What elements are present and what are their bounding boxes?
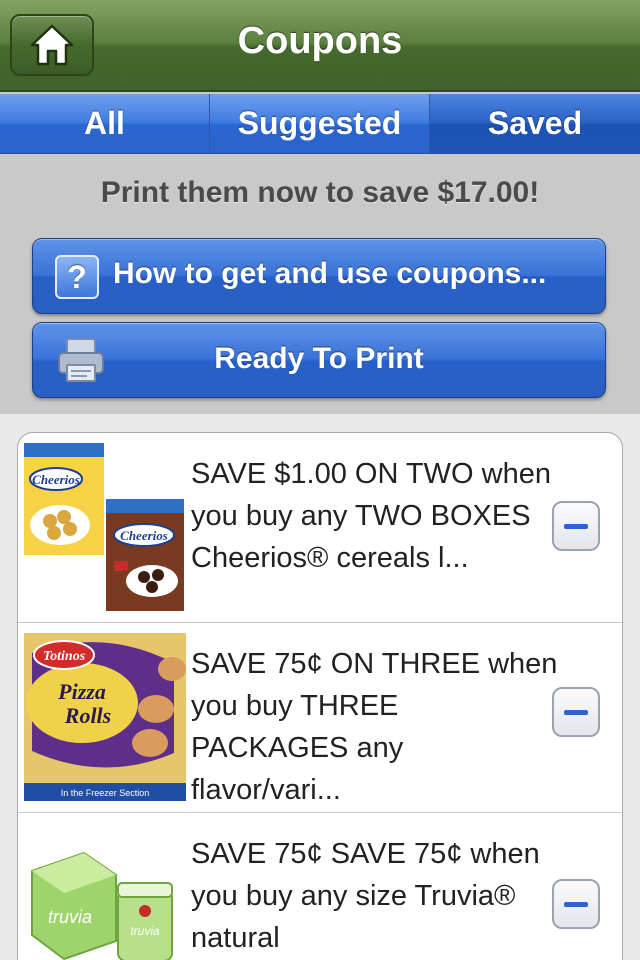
segmented-control: All Suggested Saved — [0, 94, 640, 154]
tab-suggested[interactable]: Suggested — [210, 94, 430, 153]
tab-all[interactable]: All — [0, 94, 210, 153]
minus-icon — [564, 709, 588, 715]
coupon-row[interactable]: Cheerios Cheerios SAVE $1.00 ON TWO when… — [18, 433, 622, 623]
remove-coupon-button[interactable] — [552, 501, 600, 551]
home-button[interactable] — [10, 14, 94, 76]
coupon-description: SAVE 75¢ SAVE 75¢ when you buy any size … — [191, 838, 540, 954]
navigation-bar: Coupons — [0, 0, 640, 92]
how-to-label: How to get and use coupons... — [113, 257, 547, 290]
ready-to-print-label: Ready To Print — [214, 342, 424, 375]
svg-text:Totinos: Totinos — [43, 649, 86, 664]
svg-text:In the Freezer Section: In the Freezer Section — [61, 788, 150, 798]
svg-text:Rolls: Rolls — [64, 703, 111, 728]
svg-text:Cheerios: Cheerios — [120, 528, 168, 543]
remove-coupon-button[interactable] — [552, 879, 600, 929]
help-icon: ? — [55, 255, 99, 299]
coupon-description: SAVE 75¢ ON THREE when you buy THREE PAC… — [191, 648, 558, 806]
truvia-product-image: truvia truvia honestly sweet — [24, 823, 186, 960]
totinos-pizza-rolls-product-image: Totinos Pizza Rolls In the Freezer Secti… — [24, 633, 186, 801]
coupon-list-area: Cheerios Cheerios SAVE $1.00 ON TWO when… — [0, 414, 640, 960]
svg-text:Cheerios: Cheerios — [32, 472, 80, 487]
minus-icon — [564, 901, 588, 907]
home-icon — [30, 24, 74, 66]
coupon-list: Cheerios Cheerios SAVE $1.00 ON TWO when… — [17, 432, 623, 960]
coupon-description: SAVE $1.00 ON TWO when you buy any TWO B… — [191, 458, 551, 574]
remove-coupon-button[interactable] — [552, 687, 600, 737]
svg-text:truvia: truvia — [48, 907, 92, 927]
page-title: Coupons — [237, 20, 403, 62]
ready-to-print-button[interactable]: Ready To Print — [32, 322, 606, 398]
coupon-row[interactable]: truvia truvia honestly sweet SAVE 75¢ SA… — [18, 813, 622, 960]
tab-saved[interactable]: Saved — [430, 94, 640, 153]
coupon-row[interactable]: Totinos Pizza Rolls In the Freezer Secti… — [18, 623, 622, 813]
how-to-button[interactable]: ? How to get and use coupons... — [32, 238, 606, 314]
savings-summary: Print them now to save $17.00! — [100, 176, 540, 209]
svg-text:truvia: truvia — [130, 924, 160, 938]
minus-icon — [564, 523, 588, 529]
cheerios-product-image: Cheerios Cheerios — [24, 443, 184, 611]
svg-text:Pizza: Pizza — [57, 679, 106, 704]
